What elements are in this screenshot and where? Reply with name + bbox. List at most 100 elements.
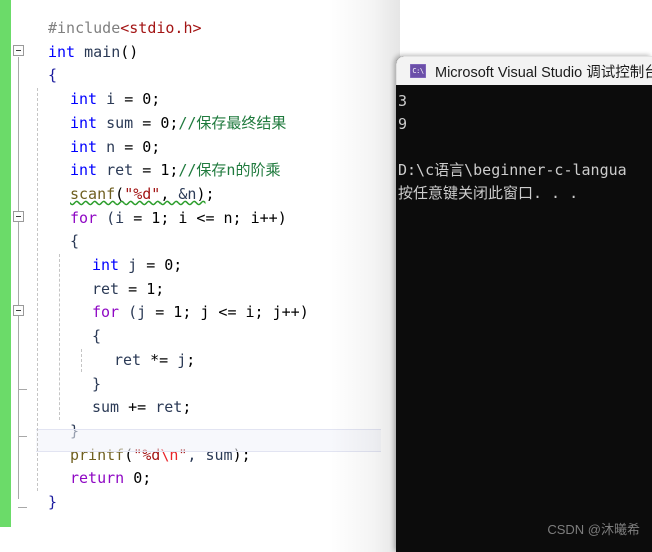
code-token: = [146, 256, 165, 274]
code-token: <stdio.h> [120, 19, 202, 37]
code-token: ; i <= n; i++) [160, 208, 287, 227]
indent-guide [81, 348, 82, 373]
code-line[interactable]: } [48, 491, 57, 515]
code-line[interactable]: int n = 0; [70, 136, 160, 160]
code-line[interactable]: { [48, 64, 57, 88]
code-token: ; [182, 398, 192, 417]
code-token: 1 [151, 208, 161, 227]
code-token: "%d" [124, 184, 161, 203]
code-line[interactable]: int ret = 1;//保存n的阶乘 [70, 159, 280, 183]
code-token: } [48, 493, 58, 511]
code-token: ; [186, 350, 196, 369]
code-token: i [97, 90, 125, 109]
code-token: scanf [70, 184, 116, 203]
code-token: //保存n的阶乘 [178, 161, 281, 180]
code-token: sum [97, 113, 143, 132]
code-token: &n [178, 184, 197, 203]
code-token: int [70, 161, 98, 180]
indent-guide [59, 254, 60, 420]
console-output-line: 3 [398, 92, 408, 110]
code-line[interactable]: return 0; [70, 467, 151, 491]
code-line[interactable]: for (j = 1; j <= i; j++) [92, 301, 309, 325]
code-line[interactable]: scanf("%d", &n); [70, 183, 215, 207]
code-token: ; [151, 90, 161, 109]
code-token: ret [114, 350, 151, 369]
indent-guide [37, 88, 38, 491]
code-line[interactable]: #include<stdio.h> [48, 17, 202, 41]
code-token: for [70, 208, 98, 227]
code-line[interactable]: } [92, 373, 101, 397]
code-line[interactable]: for (i = 1; i <= n; i++) [70, 207, 287, 231]
code-token: return [70, 469, 125, 488]
csdn-watermark: CSDN @沐曦希 [547, 522, 640, 537]
code-token: j [177, 350, 187, 369]
code-token: 1 [173, 303, 183, 322]
code-token: = [133, 208, 152, 227]
code-token: 0 [142, 90, 152, 109]
console-app-icon: C:\ [410, 64, 426, 78]
code-token: (j [119, 303, 156, 322]
code-token: () [120, 42, 139, 61]
code-line[interactable]: int i = 0; [70, 88, 160, 112]
code-token: ; [155, 279, 165, 298]
console-output-area[interactable]: 3 9 D:\c语言\beginner-c-langua 按任意键关闭此窗口. . . [396, 85, 652, 552]
code-token: int [70, 113, 98, 132]
code-line[interactable]: sum += ret; [92, 396, 191, 420]
code-token: } [92, 374, 102, 393]
code-line[interactable]: ret *= j; [114, 349, 195, 373]
code-token: ; [173, 256, 183, 274]
code-token: //保存最终结果 [178, 113, 287, 132]
code-token: *= [150, 350, 178, 369]
code-token: { [92, 327, 102, 346]
console-output-line: 9 [398, 115, 408, 133]
debug-console-window[interactable]: C:\ Microsoft Visual Studio 调试控制台 3 9 D:\c… [396, 56, 652, 552]
code-token: ; j <= i; j++) [182, 303, 309, 322]
code-token: 0 [160, 113, 170, 132]
code-token: , [160, 184, 179, 203]
code-line[interactable]: int j = 0; [92, 254, 182, 278]
code-token: (i [97, 208, 134, 227]
console-window-title: Microsoft Visual Studio 调试控制台 [435, 64, 652, 81]
console-icon-glyph: C:\ [412, 67, 424, 75]
current-line-highlight [36, 429, 381, 452]
code-token: += [128, 398, 156, 417]
code-token: ; [205, 184, 215, 203]
code-token: for [92, 303, 120, 322]
console-output-line: 按任意键关闭此窗口. . . [398, 184, 579, 202]
code-token: = [128, 279, 147, 298]
code-token: = [124, 90, 143, 109]
code-line[interactable]: int main() [48, 41, 138, 65]
code-token: sum [92, 398, 129, 417]
code-token: n [97, 137, 125, 156]
code-token: 0 [164, 256, 174, 274]
code-token: int [48, 42, 76, 61]
code-token: { [48, 66, 58, 85]
code-token: = [155, 303, 174, 322]
code-token: main [75, 42, 121, 61]
code-token: = [142, 161, 161, 180]
console-output-line: D:\c语言\beginner-c-langua [398, 161, 627, 179]
code-token: 0 [133, 469, 143, 488]
code-token: = [124, 137, 143, 156]
console-title-bar[interactable]: C:\ Microsoft Visual Studio 调试控制台 [396, 56, 652, 85]
code-line[interactable]: ret = 1; [92, 278, 164, 302]
code-token: #include [48, 19, 121, 37]
code-token: ret [97, 161, 143, 180]
code-token: 0 [142, 137, 152, 156]
code-line[interactable]: { [92, 325, 101, 349]
code-token: ret [92, 279, 129, 298]
code-line[interactable]: int sum = 0;//保存最终结果 [70, 112, 286, 136]
code-token: ( [115, 184, 125, 203]
code-token: ; [142, 469, 152, 488]
code-token: int [70, 137, 98, 156]
code-token: int [92, 256, 120, 274]
code-token: 1 [160, 161, 170, 180]
code-line[interactable]: { [70, 230, 79, 254]
code-token: int [70, 90, 98, 109]
code-token: = [142, 113, 161, 132]
code-token: ; [151, 137, 161, 156]
code-token: { [70, 232, 80, 251]
code-token: ret [155, 398, 183, 417]
